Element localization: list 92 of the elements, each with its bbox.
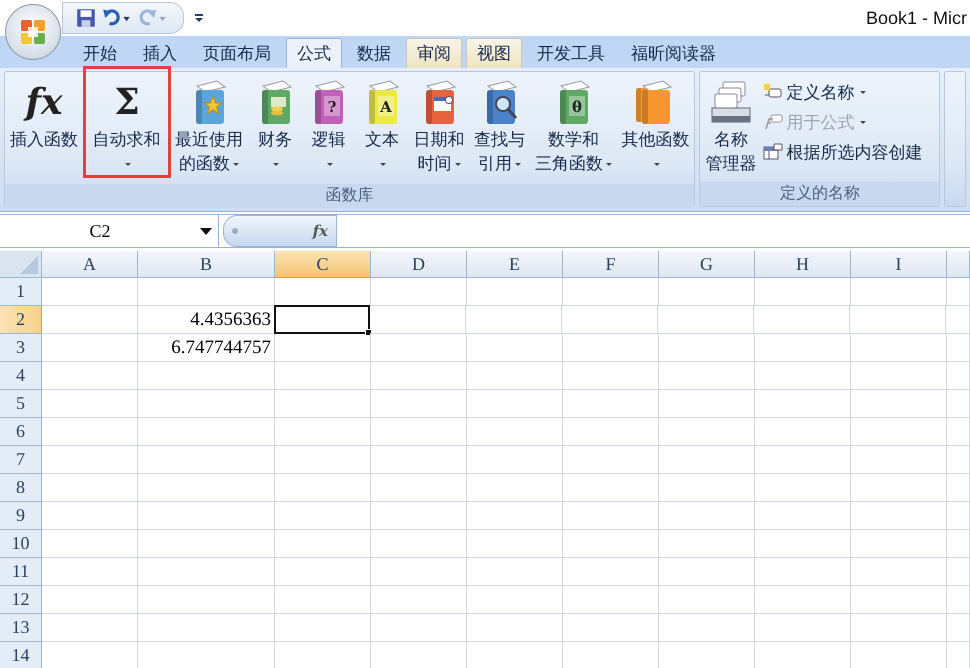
column-header[interactable]: B [138,251,275,278]
ribbon-button[interactable]: 定义名称 [763,80,866,104]
ribbon-tab[interactable]: 页面布局 [192,38,282,68]
row-header[interactable]: 5 [0,390,42,418]
column-header[interactable]: A [42,251,138,278]
group-label: 函数库 [5,184,694,208]
ribbon-button[interactable]: 其他函数 [618,72,692,184]
button-label: 三角函数 [534,153,603,175]
table-cell: 6.747744757 [138,334,275,362]
ribbon-button[interactable]: Σ 自动求和 [84,68,169,176]
ribbon-tab[interactable]: 福昕阅读器 [620,38,727,68]
ribbon-tab[interactable]: 公式 [286,38,342,68]
table-cell [947,362,970,390]
function-tag-icon [763,113,784,131]
row-header[interactable]: 6 [0,418,42,446]
symbol-icon: Σ [104,78,149,126]
column-header[interactable]: H [755,251,851,278]
table-cell [947,558,970,586]
button-label: 其他函数 [621,129,690,151]
column-header[interactable]: E [467,251,563,278]
ribbon-button[interactable]: ? 逻辑 [303,72,354,184]
ribbon-button[interactable]: θ 数学和 三角函数 [532,72,615,184]
row-header[interactable]: 9 [0,502,42,530]
button-label: 引用 [478,153,512,175]
table-cell [947,390,970,418]
button-label: 最近使用 [175,129,244,151]
row-header[interactable]: 4 [0,362,42,390]
button-label: 插入函数 [10,129,78,151]
row-header[interactable]: 12 [0,586,42,614]
button-label: 用于公式 [786,112,854,134]
button-label: 日期和 [414,129,465,151]
ribbon-button[interactable]: 日期和 时间 [410,72,468,184]
dropdown-icon[interactable] [200,228,212,234]
ribbon-tab[interactable]: 审阅 [406,38,462,68]
symbol-icon: fx [22,78,66,126]
button-label: 逻辑 [311,129,346,151]
logo-icon [18,17,48,47]
button-label: 根据所选内容创建 [786,142,922,164]
ribbon-button[interactable]: 查找与 引用 [471,72,528,184]
table-cell [947,334,970,362]
customize-toolbar-icon[interactable] [194,12,204,24]
table-cell [947,530,970,558]
ribbon-button[interactable]: 财务 [250,72,300,184]
row-header[interactable]: 13 [0,614,42,642]
table-cell [947,586,970,614]
button-label: 的函数 [179,153,230,175]
table-cell [947,278,970,306]
button-label: 查找与 [474,129,526,151]
row-header[interactable]: 2 [0,306,42,334]
ribbon-tab[interactable]: 插入 [132,38,188,68]
button-label: 数学和 [548,129,599,151]
table-cell [947,614,970,642]
table-cell: 4.4356363 [138,306,275,334]
ribbon-button[interactable]: 最近使用 的函数 [172,72,246,184]
row-header[interactable]: 10 [0,530,42,558]
button-label: 名称 [714,129,748,151]
button-label: 自动求和 [92,129,161,151]
column-header[interactable]: G [659,251,755,278]
row-header[interactable]: 7 [0,446,42,474]
ribbon-tab[interactable]: 开始 [72,38,128,68]
ribbon-tab[interactable]: 数据 [346,38,402,68]
table-cell [947,418,970,446]
ribbon-button[interactable]: fx 插入函数 [7,72,81,184]
button-label: 定义名称 [786,82,854,104]
button-label: 管理器 [705,153,756,175]
insert-function-button[interactable]: fx [223,215,337,247]
column-header[interactable]: C [275,251,371,278]
table-cell [947,502,970,530]
column-header[interactable]: D [371,251,467,278]
row-header[interactable]: 8 [0,474,42,502]
ribbon-button[interactable]: A 文本 [356,72,407,184]
window-title: Book1 - Micr [866,8,967,28]
button-label: 时间 [418,153,452,175]
column-header[interactable]: I [851,251,947,278]
table-icon [763,143,784,161]
group-label: 定义的名称 [700,182,940,206]
button-label: 文本 [364,129,399,151]
ribbon-tab[interactable]: 视图 [466,38,522,68]
row-header[interactable]: 11 [0,558,42,586]
button-label: 财务 [258,129,292,151]
fill-handle[interactable] [365,329,372,336]
column-header[interactable]: F [563,251,659,278]
ribbon-button[interactable]: 根据所选内容创建 [763,140,922,164]
table-cell [946,306,970,334]
row-header[interactable]: 3 [0,334,42,362]
ribbon-tab[interactable]: 开发工具 [526,38,616,68]
name-manager-button[interactable]: 名称 管理器 [702,72,760,182]
save-icon[interactable] [75,7,97,29]
row-header[interactable]: 1 [0,278,42,306]
table-cell [947,474,970,502]
row-header[interactable]: 14 [0,642,42,668]
table-cell [947,446,970,474]
